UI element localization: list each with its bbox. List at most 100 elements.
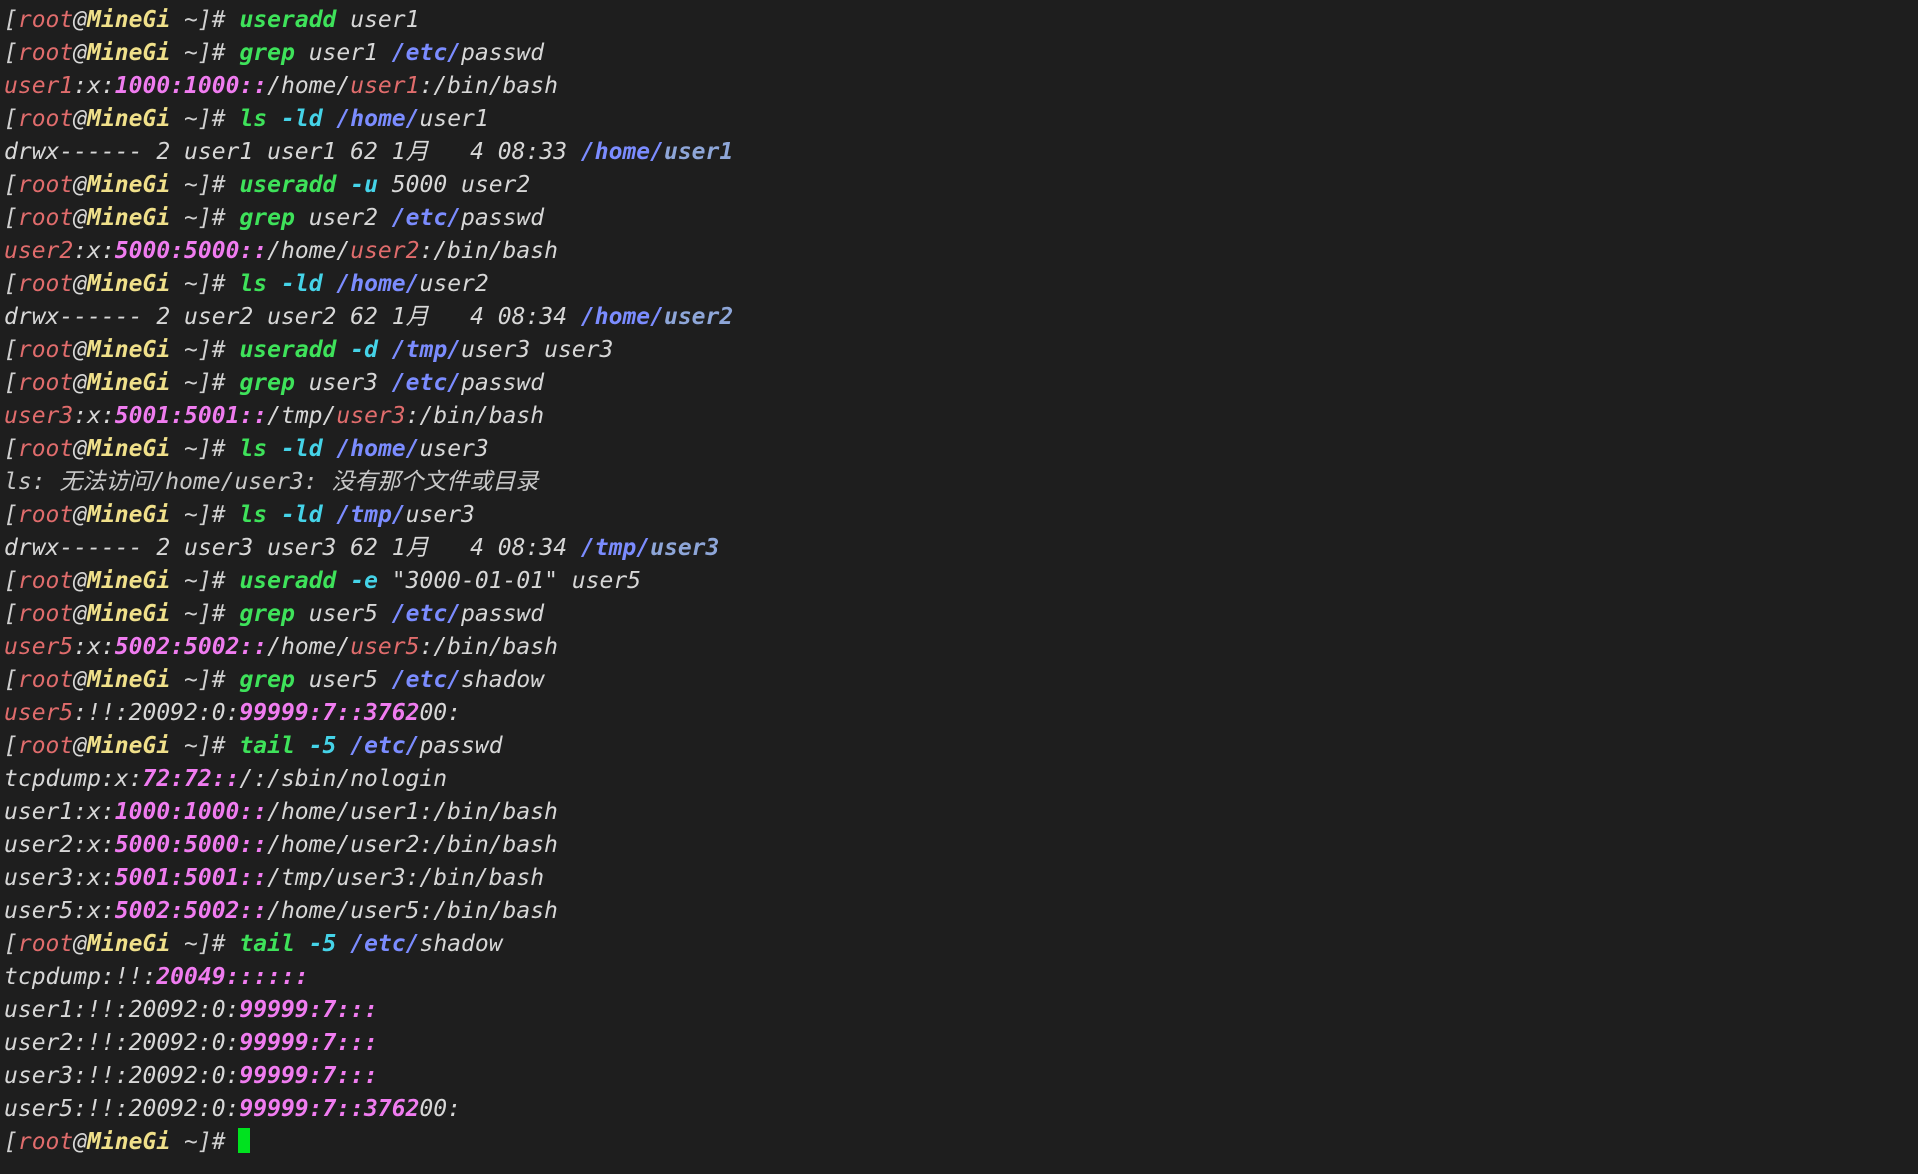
terminal-text-segment: root: [17, 106, 74, 132]
terminal-text-segment: ~]: [170, 568, 212, 594]
terminal-text-segment: root: [17, 337, 74, 363]
terminal-text-segment: user3:x:: [4, 865, 115, 891]
terminal-text-segment: #: [211, 1129, 226, 1155]
terminal-text-segment: -e: [336, 568, 392, 594]
terminal-text-segment: "3000-01-01" user5: [391, 568, 642, 594]
terminal-text-segment: user1: [4, 73, 74, 99]
terminal-text-segment: #: [211, 436, 240, 462]
terminal-text-segment: user3 user3: [461, 337, 614, 363]
terminal-text-segment: drwx------ 2 user3 user3 62 1月 4 08:34: [4, 535, 581, 561]
terminal-text-segment: -u: [336, 172, 392, 198]
terminal-text-segment: :x:: [73, 238, 115, 264]
terminal-text-segment: /home/: [336, 271, 420, 297]
terminal-text-segment: /etc/: [391, 370, 462, 396]
terminal-text-segment: ~]: [170, 7, 212, 33]
terminal-text-segment: [: [4, 601, 18, 627]
terminal-line: drwx------ 2 user2 user2 62 1月 4 08:34 /…: [4, 301, 1918, 334]
terminal-text-segment: tcpdump:!!:: [4, 964, 157, 990]
terminal-line: user3:!!:20092:0:99999:7:::: [4, 1060, 1918, 1093]
terminal-line: [root@MineGi ~]# ls -ld /home/user1: [4, 103, 1918, 136]
terminal-text-segment: 20049::::::: [156, 964, 309, 990]
terminal-text-segment: user2:!!:20092:0:: [4, 1030, 240, 1056]
terminal-text-segment: #: [211, 568, 240, 594]
terminal-text-segment: user3: [4, 403, 74, 429]
terminal-text-segment: passwd: [461, 40, 545, 66]
terminal-text-segment: #: [211, 40, 240, 66]
terminal-text-segment: user1: [419, 106, 489, 132]
terminal-text-segment: MineGi: [87, 1129, 171, 1155]
terminal-text-segment: MineGi: [87, 667, 171, 693]
terminal-text-segment: #: [211, 106, 240, 132]
terminal-text-segment: [: [4, 370, 18, 396]
terminal-text-segment: ls: [239, 106, 268, 132]
terminal-text-segment: user2: [350, 238, 420, 264]
terminal-line: user1:x:1000:1000::/home/user1:/bin/bash: [4, 796, 1918, 829]
terminal-text-segment: /etc/: [391, 205, 462, 231]
terminal-text-segment: ~]: [170, 436, 212, 462]
terminal-text-segment: /tmp/user3:/bin/bash: [267, 865, 545, 891]
terminal-text-segment: root: [17, 172, 74, 198]
terminal-text-segment: ~]: [170, 40, 212, 66]
terminal-line: user2:!!:20092:0:99999:7:::: [4, 1027, 1918, 1060]
terminal-text-segment: [: [4, 106, 18, 132]
terminal-text-segment: MineGi: [87, 502, 171, 528]
terminal-text-segment: MineGi: [87, 733, 171, 759]
terminal-text-segment: ls: [239, 502, 268, 528]
terminal-text-segment: [: [4, 205, 18, 231]
terminal-text-segment: -ld: [267, 502, 337, 528]
terminal-text-segment: user3: [650, 535, 720, 561]
terminal-text-segment: /home/: [267, 634, 351, 660]
terminal-text-segment: 5000:5000::: [114, 238, 268, 264]
terminal-text-segment: @: [73, 106, 88, 132]
terminal-line: tcpdump:!!:20049::::::: [4, 961, 1918, 994]
terminal-text-segment: /home/user2:/bin/bash: [267, 832, 558, 858]
terminal-text-segment: grep: [239, 601, 295, 627]
terminal-text-segment: [: [4, 568, 18, 594]
terminal-text-segment: useradd: [239, 172, 337, 198]
terminal-text-segment: tcpdump:x:: [4, 766, 143, 792]
terminal-text-segment: [: [4, 337, 18, 363]
terminal-text-segment: user3: [419, 436, 489, 462]
terminal-text-segment: 99999:7:::: [239, 997, 378, 1023]
terminal-text-segment: 99999:7::3762: [239, 700, 420, 726]
terminal-text-segment: user1: [663, 139, 734, 165]
terminal-window[interactable]: [root@MineGi ~]# useradd user1 [root@Mine…: [0, 0, 1918, 1174]
terminal-text-segment: ls: 无法访问/home/user3: 没有那个文件或目录: [4, 469, 539, 495]
terminal-text-segment: ~]: [170, 205, 212, 231]
terminal-text-segment: user5: [4, 634, 74, 660]
terminal-text-segment: root: [17, 1129, 74, 1155]
terminal-line: drwx------ 2 user3 user3 62 1月 4 08:34 /…: [4, 532, 1918, 565]
terminal-text-segment: grep: [239, 667, 295, 693]
block-cursor-icon: [237, 1128, 250, 1153]
terminal-text-segment: -ld: [267, 106, 337, 132]
terminal-text-segment: useradd: [239, 7, 337, 33]
terminal-line: [root@MineGi ~]# grep user5 /etc/passwd: [4, 598, 1918, 631]
terminal-text-segment: root: [17, 667, 74, 693]
terminal-text-segment: :x:: [73, 634, 115, 660]
terminal-line: [root@MineGi ~]# grep user5 /etc/shadow: [4, 664, 1918, 697]
terminal-text-segment: tail: [239, 733, 295, 759]
terminal-text-segment: MineGi: [87, 436, 171, 462]
terminal-text-segment: /tmp/: [391, 337, 462, 363]
terminal-text-segment: user5: [4, 700, 74, 726]
terminal-text-segment: @: [73, 733, 88, 759]
terminal-text-segment: ~]: [170, 337, 212, 363]
terminal-text-segment: 1000:1000::: [114, 799, 268, 825]
terminal-text-segment: MineGi: [87, 337, 171, 363]
terminal-text-segment: /home/: [580, 304, 664, 330]
terminal-text-segment: [: [4, 931, 18, 957]
terminal-text-segment: MineGi: [87, 931, 171, 957]
terminal-text-segment: 99999:7:::: [239, 1030, 378, 1056]
terminal-text-segment: user1: [336, 7, 420, 33]
terminal-text-segment: root: [17, 436, 74, 462]
terminal-text-segment: [: [4, 733, 18, 759]
terminal-text-segment: MineGi: [87, 370, 171, 396]
terminal-text-segment: drwx------ 2 user2 user2 62 1月 4 08:34: [4, 304, 581, 330]
terminal-text-segment: passwd: [419, 733, 503, 759]
terminal-text-segment: 5002:5002::: [114, 634, 268, 660]
terminal-text-segment: root: [17, 601, 74, 627]
terminal-line: [root@MineGi ~]# grep user1 /etc/passwd: [4, 37, 1918, 70]
terminal-text-segment: #: [211, 7, 240, 33]
terminal-text-segment: root: [17, 7, 74, 33]
terminal-line: [root@MineGi ~]# tail -5 /etc/shadow: [4, 928, 1918, 961]
